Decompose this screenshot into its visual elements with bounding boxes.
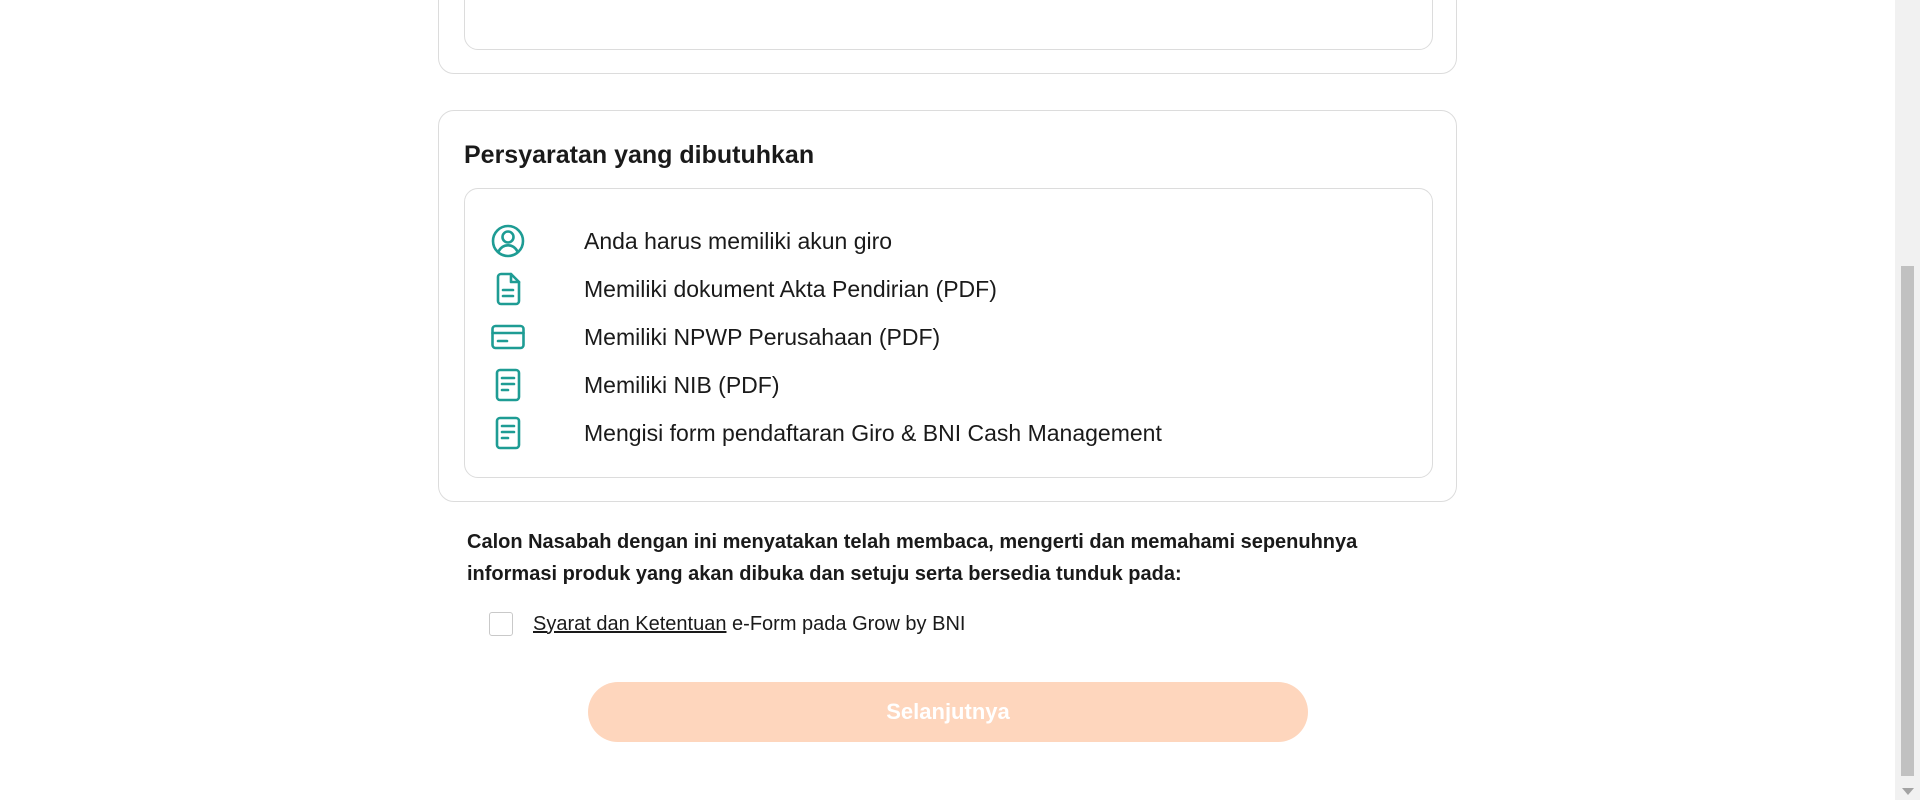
requirement-label: Memiliki NIB (PDF) [584, 371, 780, 398]
requirements-title: Persyaratan yang dibutuhkan [464, 141, 815, 169]
requirement-label: Memiliki dokument Akta Pendirian (PDF) [584, 275, 997, 302]
page: Persyaratan yang dibutuhkan Anda harus m… [0, 0, 1920, 800]
requirements-card: Persyaratan yang dibutuhkan Anda harus m… [438, 110, 1457, 502]
previous-section-card [438, 0, 1457, 74]
requirements-list: Anda harus memiliki akun giro Memiliki d… [464, 188, 1433, 478]
document-icon [490, 271, 526, 307]
terms-agreement-row: Syarat dan Ketentuan e-Form pada Grow by… [489, 612, 965, 636]
next-button[interactable]: Selanjutnya [588, 682, 1308, 742]
requirement-label: Memiliki NPWP Perusahaan (PDF) [584, 323, 941, 350]
requirement-item-nib: Memiliki NIB (PDF) [465, 361, 1432, 409]
requirement-item-registration-form: Mengisi form pendaftaran Giro & BNI Cash… [465, 409, 1432, 457]
requirement-item-deed: Memiliki dokument Akta Pendirian (PDF) [465, 265, 1432, 313]
previous-section-inner [464, 0, 1433, 50]
terms-link[interactable]: Syarat dan Ketentuan [533, 613, 726, 635]
terms-label: Syarat dan Ketentuan e-Form pada Grow by… [533, 613, 965, 636]
scrollbar[interactable] [1895, 0, 1920, 800]
requirement-label: Anda harus memiliki akun giro [584, 227, 893, 254]
file-text-icon [490, 415, 526, 451]
scrollbar-thumb[interactable] [1901, 266, 1914, 776]
user-circle-icon [490, 223, 526, 259]
card-icon [490, 319, 526, 355]
file-text-icon [490, 367, 526, 403]
requirement-item-giro-account: Anda harus memiliki akun giro [465, 217, 1432, 265]
requirement-label: Mengisi form pendaftaran Giro & BNI Cash… [584, 419, 1162, 446]
terms-checkbox[interactable] [489, 612, 513, 636]
requirement-item-npwp: Memiliki NPWP Perusahaan (PDF) [465, 313, 1432, 361]
declaration-text: Calon Nasabah dengan ini menyatakan tela… [467, 531, 1358, 585]
terms-suffix: e-Form pada Grow by BNI [726, 612, 966, 635]
scroll-down-arrow-icon[interactable] [1902, 788, 1914, 795]
